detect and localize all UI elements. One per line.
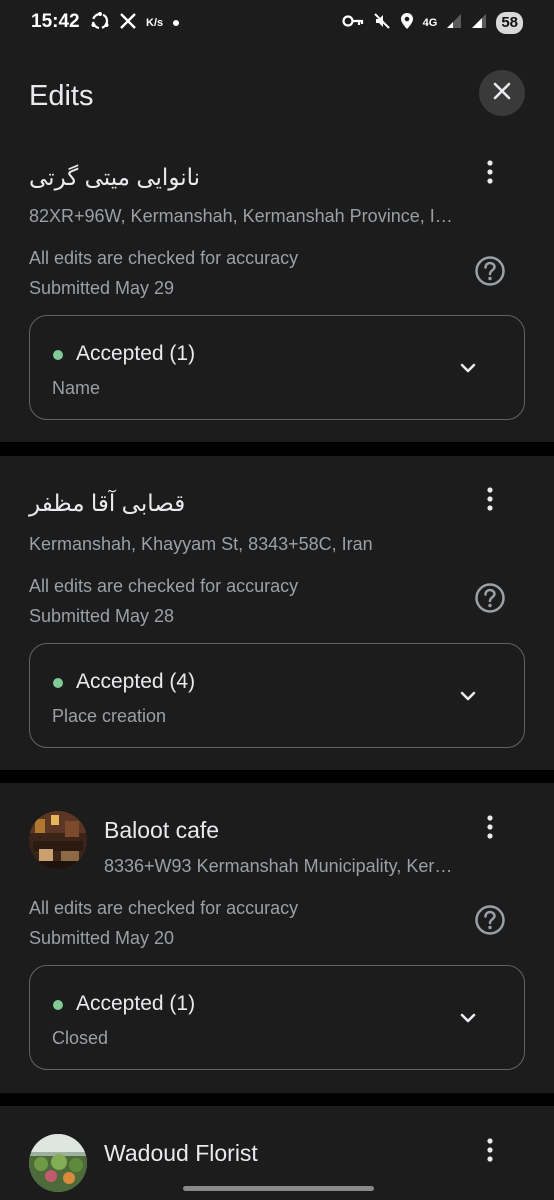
network-4g-icon: 4G <box>422 17 438 29</box>
edit-status-expander[interactable]: Accepted (1) Name <box>29 315 525 420</box>
edit-card: قصابی آقا مظفر Kermanshah, Khayyam St, 8… <box>0 456 554 770</box>
page-title: Edits <box>29 80 94 112</box>
accuracy-note: All edits are checked for accuracy <box>29 576 299 596</box>
dot-icon <box>172 14 180 32</box>
status-label: Accepted (1) <box>76 992 196 1015</box>
help-icon <box>474 904 506 941</box>
signal-icon <box>471 13 487 34</box>
place-address: Kermanshah, Khayyam St, 8343+58C, Iran <box>29 534 373 554</box>
accuracy-note: All edits are checked for accuracy <box>29 248 299 268</box>
sync-icon <box>90 11 110 36</box>
status-label: Accepted (1) <box>76 342 196 365</box>
status-right-icons: 4G 58 <box>342 11 523 35</box>
help-button[interactable] <box>474 904 506 941</box>
key-icon <box>342 14 364 33</box>
more-options-button[interactable] <box>476 1136 504 1168</box>
close-icon <box>492 81 512 106</box>
chevron-down-icon <box>458 686 478 706</box>
status-left-icons: K/s <box>90 11 180 36</box>
edit-card: نانوایی میتی گرتی 82XR+96W, Kermanshah, … <box>0 142 554 442</box>
location-icon <box>400 12 414 35</box>
place-photo[interactable] <box>29 1134 87 1192</box>
status-bar: 15:42 K/s 4G 58 <box>0 0 554 46</box>
help-icon <box>474 255 506 292</box>
submitted-date: Submitted May 20 <box>29 928 175 948</box>
accepted-dot-icon <box>53 350 63 360</box>
edits-screen: 15:42 K/s 4G 58 Edits نانوایی میتی گرتی … <box>0 0 554 1200</box>
more-vert-icon <box>487 1137 493 1167</box>
more-options-button[interactable] <box>476 485 504 517</box>
status-detail: Place creation <box>52 706 167 726</box>
status-time: 15:42 <box>31 11 80 32</box>
edit-status-expander[interactable]: Accepted (1) Closed <box>29 965 525 1070</box>
chevron-down-icon <box>458 1008 478 1028</box>
x-logo-icon <box>119 12 137 35</box>
data-rate-icon: K/s <box>146 17 164 29</box>
submitted-date: Submitted May 29 <box>29 278 175 298</box>
place-name[interactable]: Baloot cafe <box>104 817 219 844</box>
signal-icon <box>446 13 462 34</box>
place-name[interactable]: نانوایی میتی گرتی <box>29 164 200 191</box>
place-name[interactable]: Wadoud Florist <box>104 1140 258 1167</box>
place-photo[interactable] <box>29 811 87 869</box>
accuracy-note: All edits are checked for accuracy <box>29 898 299 918</box>
status-label: Accepted (4) <box>76 670 196 693</box>
help-icon <box>474 582 506 619</box>
edit-status-expander[interactable]: Accepted (4) Place creation <box>29 643 525 748</box>
more-options-button[interactable] <box>476 158 504 190</box>
help-button[interactable] <box>474 582 506 619</box>
status-detail: Name <box>52 378 101 398</box>
close-button[interactable] <box>479 70 525 116</box>
more-options-button[interactable] <box>476 813 504 845</box>
submitted-date: Submitted May 28 <box>29 606 175 626</box>
home-indicator[interactable] <box>183 1186 374 1191</box>
battery-icon: 58 <box>496 12 523 34</box>
accepted-dot-icon <box>53 1000 63 1010</box>
more-vert-icon <box>487 486 493 516</box>
edit-card: Baloot cafe 8336+W93 Kermanshah Municipa… <box>0 783 554 1093</box>
more-vert-icon <box>487 814 493 844</box>
place-name[interactable]: قصابی آقا مظفر <box>29 490 185 517</box>
more-vert-icon <box>487 159 493 189</box>
help-button[interactable] <box>474 255 506 292</box>
header: Edits <box>0 46 554 142</box>
mute-icon <box>373 12 391 35</box>
chevron-down-icon <box>458 358 478 378</box>
place-address: 82XR+96W, Kermanshah, Kermanshah Provinc… <box>29 206 455 226</box>
status-detail: Closed <box>52 1028 109 1048</box>
place-address: 8336+W93 Kermanshah Municipality, Kerman… <box>104 856 454 876</box>
accepted-dot-icon <box>53 678 63 688</box>
